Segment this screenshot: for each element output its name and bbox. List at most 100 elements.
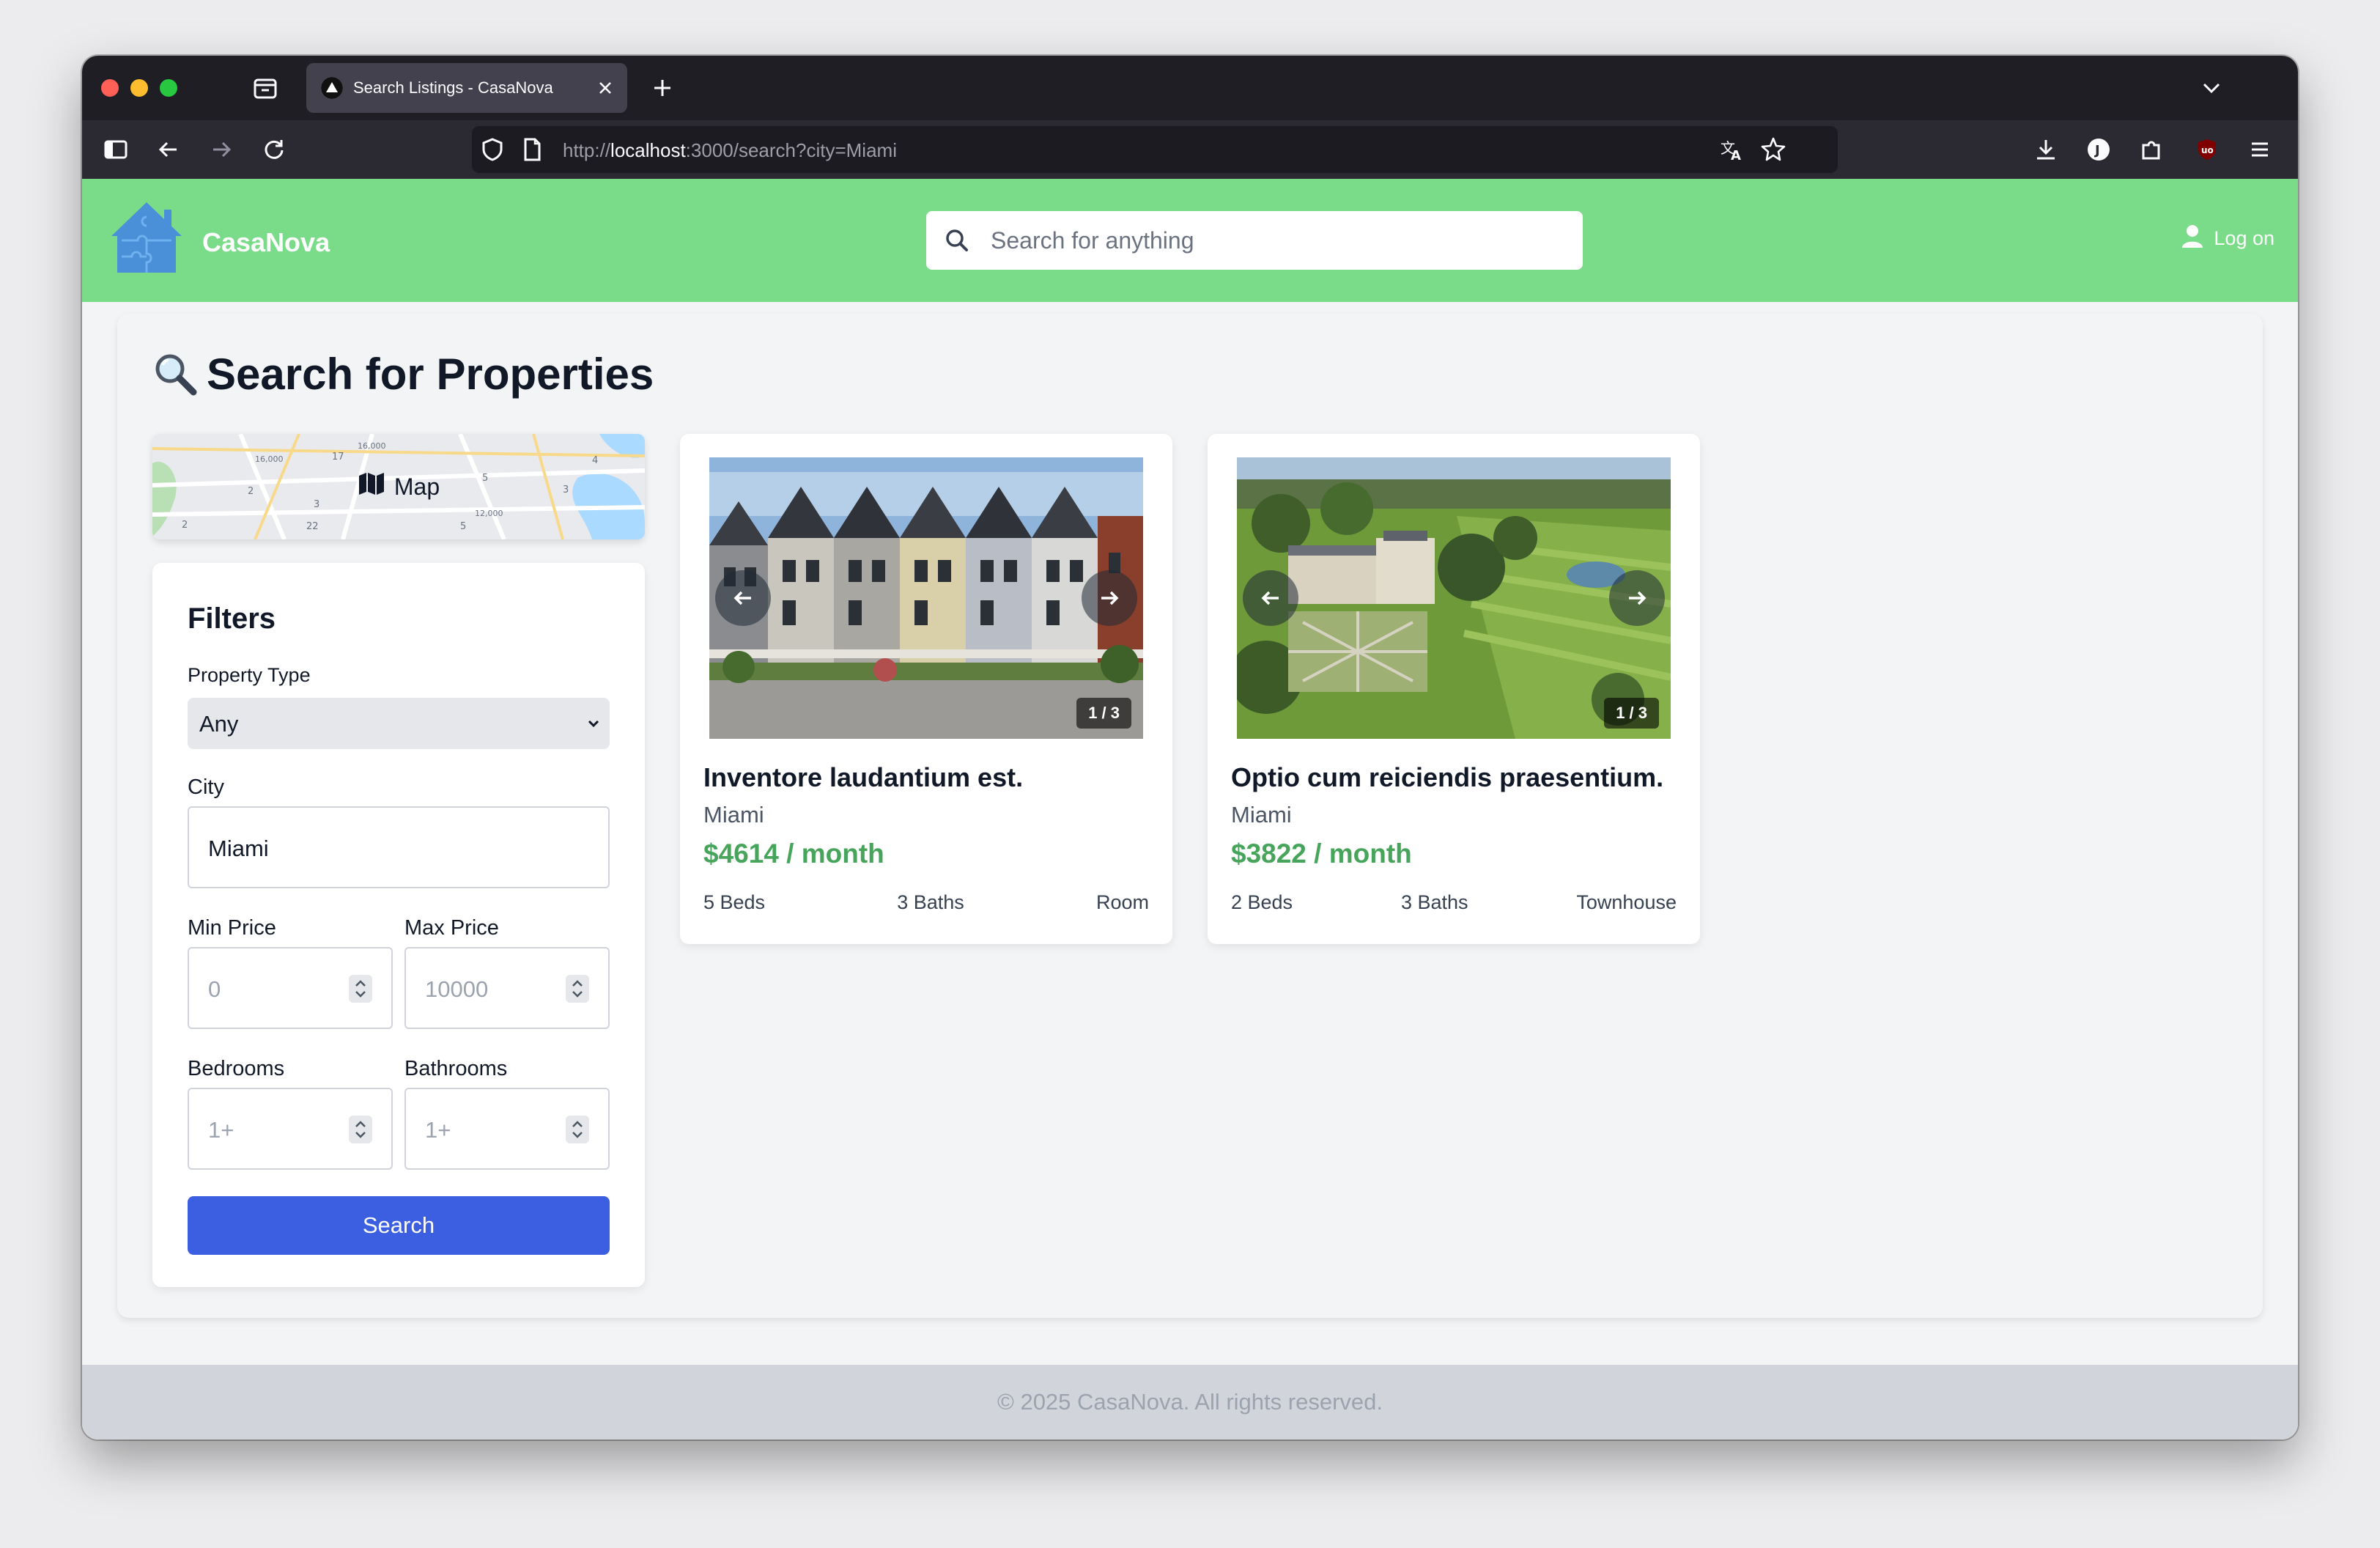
search-placeholder: Search for anything	[991, 227, 1194, 254]
number-spinner-icon[interactable]	[349, 1116, 372, 1143]
browser-tab-bar: Search Listings - CasaNova	[82, 56, 2298, 120]
svg-text:A: A	[1731, 148, 1741, 163]
bathrooms-placeholder: 1+	[425, 1117, 451, 1143]
new-tab-icon[interactable]	[648, 73, 677, 103]
city-label: City	[188, 775, 224, 799]
bedrooms-placeholder: 1+	[208, 1117, 234, 1143]
site-footer: © 2025 CasaNova. All rights reserved.	[82, 1365, 2298, 1440]
translate-icon[interactable]: 文A	[1718, 135, 1747, 164]
downloads-icon[interactable]	[2031, 135, 2061, 164]
max-price-placeholder: 10000	[425, 976, 489, 1002]
map-preview-button[interactable]: 16,000 16,000 12,000 2 17 3 4 2 22 3 5 5	[152, 434, 645, 539]
listing-beds: 5 Beds	[703, 891, 766, 913]
back-arrow-icon[interactable]	[154, 135, 183, 164]
listing-type: Room	[1095, 891, 1149, 913]
global-search-input[interactable]: Search for anything	[926, 211, 1583, 270]
extensions-puzzle-icon[interactable]	[2137, 135, 2166, 164]
map-label: Map	[393, 473, 440, 500]
map-icon	[358, 472, 385, 501]
listing-beds: 2 Beds	[1231, 891, 1293, 913]
firefox-view-icon[interactable]	[251, 73, 280, 103]
bookmark-star-icon[interactable]	[1759, 135, 1788, 164]
hamburger-menu-icon[interactable]	[2245, 135, 2274, 164]
bathrooms-label: Bathrooms	[404, 1057, 508, 1080]
login-button[interactable]: Log on	[2181, 224, 2274, 253]
previous-image-button[interactable]	[715, 570, 771, 626]
number-spinner-icon[interactable]	[349, 975, 372, 1003]
brand-name[interactable]: CasaNova	[202, 227, 330, 258]
filters-title: Filters	[188, 602, 276, 635]
browser-tab-active[interactable]: Search Listings - CasaNova	[306, 63, 627, 113]
sidebar-toggle-icon[interactable]	[101, 135, 130, 164]
bedrooms-label: Bedrooms	[188, 1057, 285, 1080]
forward-arrow-icon[interactable]	[207, 135, 236, 164]
zoom-window-button[interactable]	[160, 79, 177, 97]
browser-window: Search Listings - CasaNova http://localh…	[82, 56, 2298, 1440]
image-counter: 1 / 3	[1076, 698, 1131, 729]
listing-city: Miami	[1231, 802, 1292, 828]
bedrooms-input[interactable]: 1+	[188, 1088, 393, 1170]
listing-title[interactable]: Optio cum reiciendis praesentium.	[1231, 762, 1663, 793]
list-all-tabs-icon[interactable]	[2197, 73, 2226, 103]
svg-text:J: J	[2093, 143, 2100, 158]
property-type-select[interactable]: Any	[188, 698, 610, 749]
site-header: CasaNova Search for anything Log on	[82, 179, 2298, 302]
listing-image: 1 / 3	[709, 457, 1143, 739]
minimize-window-button[interactable]	[130, 79, 148, 97]
min-price-label: Min Price	[188, 916, 276, 940]
search-icon	[942, 226, 972, 255]
copyright-text: © 2025 CasaNova. All rights reserved.	[997, 1389, 1383, 1415]
tab-title: Search Listings - CasaNova	[353, 78, 553, 97]
property-type-label: Property Type	[188, 664, 311, 686]
casanova-logo-icon[interactable]	[108, 199, 185, 276]
reload-icon[interactable]	[259, 135, 289, 164]
city-input[interactable]: Miami	[188, 806, 610, 888]
listing-type: Townhouse	[1576, 891, 1677, 913]
next-image-button[interactable]	[1082, 570, 1137, 626]
page-title: Search for Properties	[152, 349, 654, 399]
listing-baths: 3 Baths	[897, 891, 964, 913]
bathrooms-input[interactable]: 1+	[404, 1088, 610, 1170]
browser-nav-bar: http://localhost:3000/search?city=Miami …	[82, 120, 2298, 179]
min-price-input[interactable]: 0	[188, 947, 393, 1029]
listing-details: 5 Beds 3 Baths Room	[703, 891, 1149, 914]
max-price-label: Max Price	[404, 916, 499, 940]
number-spinner-icon[interactable]	[566, 975, 589, 1003]
listing-title[interactable]: Inventore laudantium est.	[703, 762, 1023, 793]
address-bar[interactable]: http://localhost:3000/search?city=Miami …	[472, 126, 1838, 173]
listing-price: $3822 / month	[1231, 838, 1412, 869]
magnifying-glass-icon	[152, 351, 199, 398]
property-type-value: Any	[199, 711, 239, 737]
main-content: Search for Properties 16,000 16,000 12,0…	[117, 314, 2263, 1318]
user-icon	[2181, 224, 2203, 253]
next-image-button[interactable]	[1609, 570, 1665, 626]
listing-price: $4614 / month	[703, 838, 884, 869]
site-favicon-icon	[321, 77, 343, 99]
window-controls	[101, 79, 177, 97]
search-button[interactable]: Search	[188, 1196, 610, 1255]
max-price-input[interactable]: 10000	[404, 947, 610, 1029]
previous-image-button[interactable]	[1243, 570, 1298, 626]
close-window-button[interactable]	[101, 79, 119, 97]
svg-text:uo: uo	[2201, 145, 2214, 155]
website-viewport: CasaNova Search for anything Log on Sear…	[82, 179, 2298, 1440]
chevron-down-icon	[585, 715, 602, 732]
tracking-protection-shield-icon[interactable]	[478, 135, 507, 164]
min-price-placeholder: 0	[208, 976, 221, 1002]
listing-city: Miami	[703, 802, 764, 828]
image-counter: 1 / 3	[1604, 698, 1659, 729]
account-avatar-icon[interactable]: J	[2084, 135, 2113, 164]
page-info-icon[interactable]	[517, 135, 547, 164]
filters-panel: Filters Property Type Any City Miami Min…	[152, 563, 645, 1287]
listing-details: 2 Beds 3 Baths Townhouse	[1231, 891, 1677, 914]
arrow-right-icon	[1629, 591, 1647, 605]
listing-card[interactable]: 1 / 3 Optio cum reiciendis praesentium. …	[1208, 434, 1700, 944]
close-tab-icon[interactable]	[594, 76, 617, 100]
arrow-left-icon	[1261, 591, 1279, 605]
ublock-origin-icon[interactable]: uo	[2192, 135, 2222, 164]
city-value: Miami	[208, 836, 269, 861]
listing-image: 1 / 3	[1237, 457, 1671, 739]
listing-card[interactable]: 1 / 3 Inventore laudantium est. Miami $4…	[680, 434, 1172, 944]
arrow-right-icon	[1101, 591, 1119, 605]
number-spinner-icon[interactable]	[566, 1116, 589, 1143]
